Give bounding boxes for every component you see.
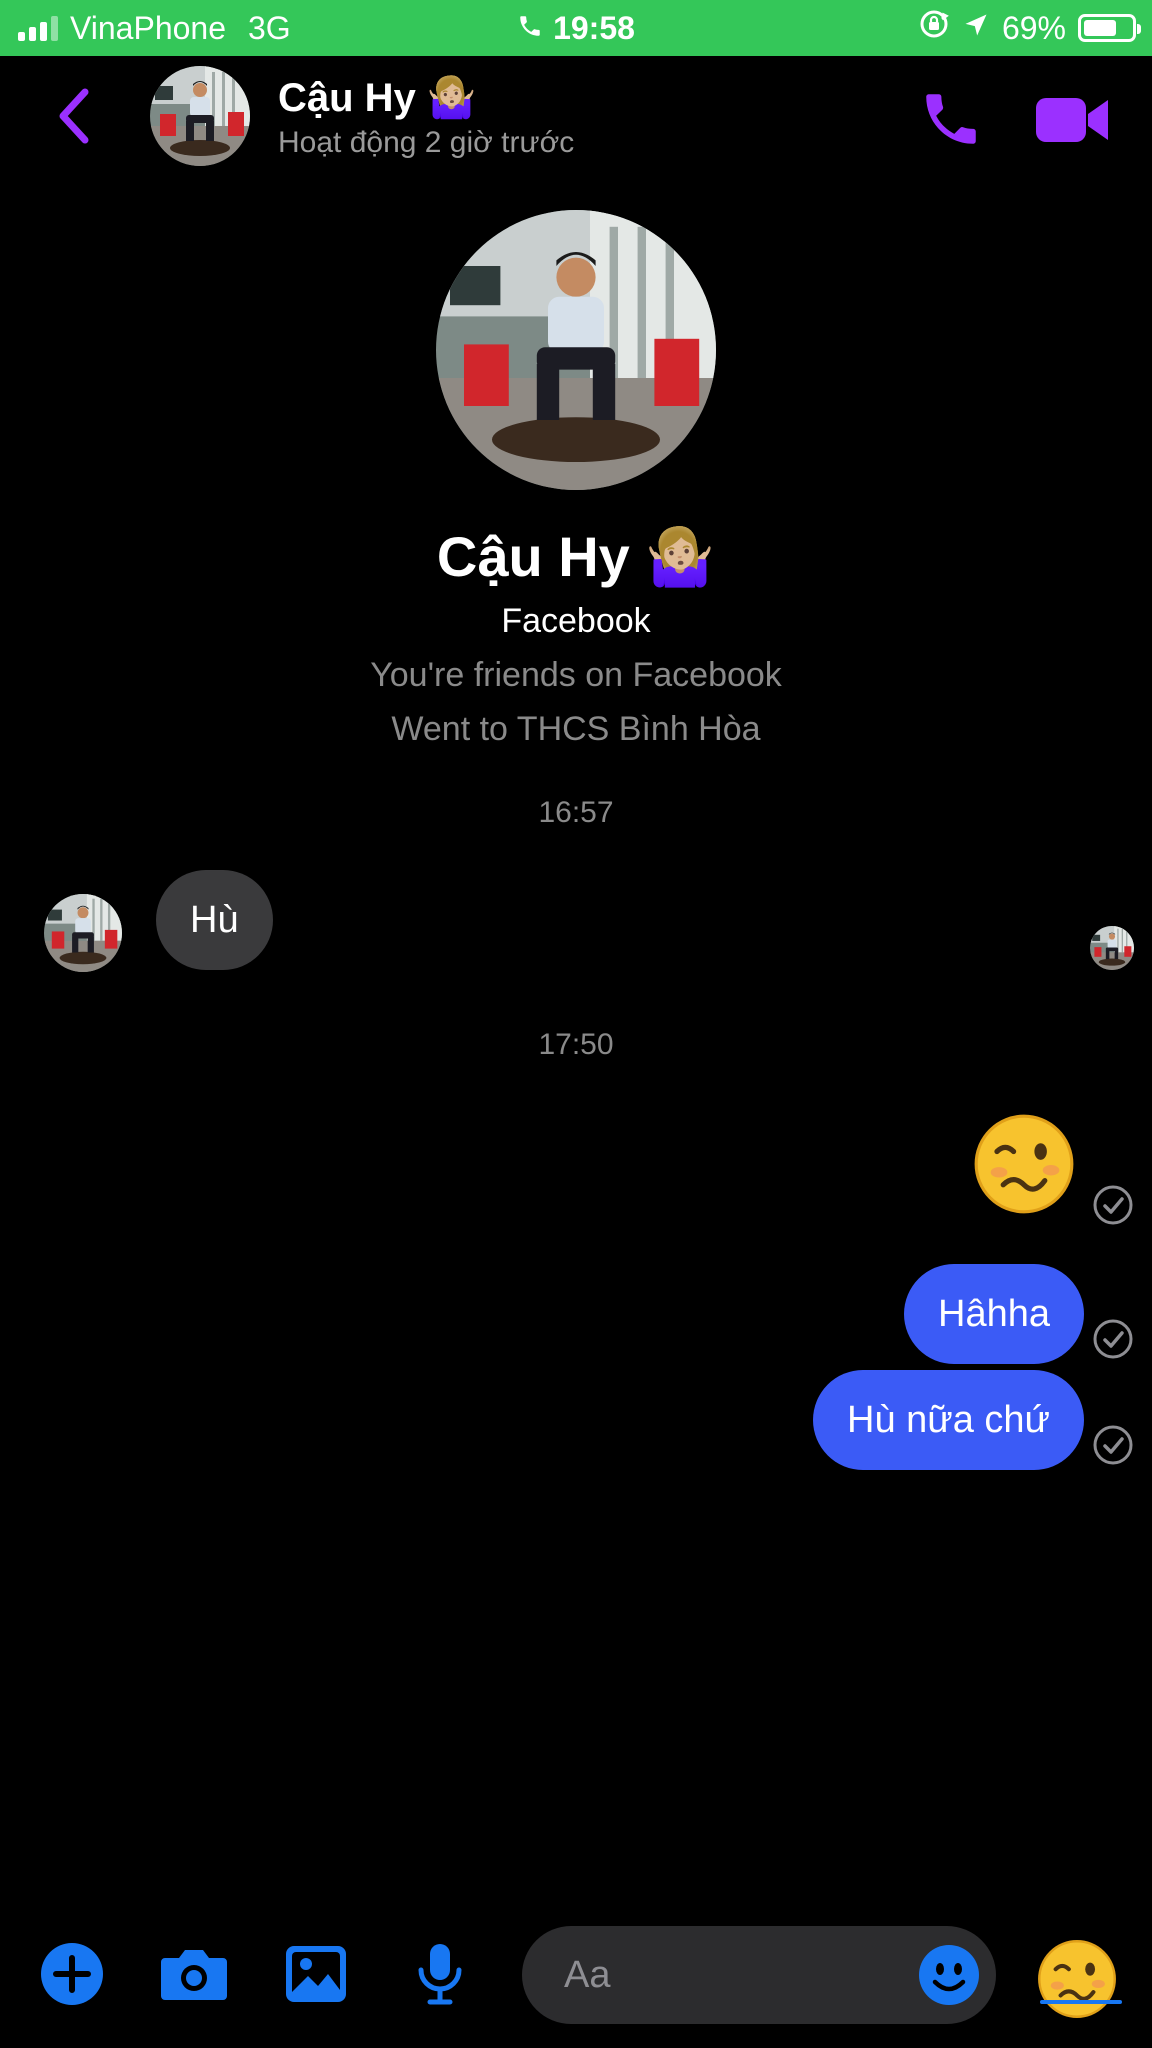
outgoing-emoji-message[interactable] <box>972 1112 1076 1216</box>
phone-call-icon <box>517 10 543 47</box>
phone-icon <box>926 94 976 144</box>
contact-active-status: Hoạt động 2 giờ trước <box>278 126 575 159</box>
video-call-button[interactable] <box>1034 90 1110 150</box>
location-arrow-icon <box>962 10 990 47</box>
avatar-image <box>150 66 250 166</box>
sent-check-icon <box>1092 1184 1134 1226</box>
status-bar: VinaPhone 3G 19:58 69% <box>0 0 1152 56</box>
read-receipt-avatar <box>1090 926 1134 970</box>
profile-info-friends: You're friends on Facebook <box>370 656 782 694</box>
voice-call-button[interactable] <box>918 86 984 152</box>
profile-info-school: Went to THCS Bình Hòa <box>391 710 761 748</box>
message-composer <box>0 1916 1152 2036</box>
image-icon <box>286 1946 346 2002</box>
read-receipt-image <box>1090 926 1134 970</box>
status-right: 69% <box>918 0 1141 56</box>
woozy-face-icon <box>1036 1938 1118 2020</box>
outgoing-message[interactable]: Hâhha <box>904 1264 1084 1364</box>
battery-percent: 69% <box>1001 9 1066 46</box>
smiley-icon <box>919 1945 979 2005</box>
camera-icon <box>161 1950 227 2000</box>
timestamp: 16:57 <box>538 796 614 829</box>
emoji-picker-button[interactable] <box>918 1944 980 2006</box>
quick-reaction-indicator <box>1040 2000 1122 2004</box>
contact-name[interactable]: Cậu Hy 🤷🏼‍♀️ <box>278 74 477 121</box>
header-avatar[interactable] <box>150 66 250 166</box>
message-input-container <box>522 1926 996 2024</box>
outgoing-message[interactable]: Hù nữa chứ <box>813 1370 1084 1470</box>
clock: 19:58 <box>553 9 635 46</box>
back-icon <box>59 88 89 144</box>
battery-icon <box>1078 14 1141 42</box>
chat-header: Cậu Hy 🤷🏼‍♀️ Hoạt động 2 giờ trước <box>0 56 1152 178</box>
rotation-lock-icon <box>918 8 950 48</box>
timestamp: 17:50 <box>538 1028 614 1061</box>
sent-check-icon <box>1092 1318 1134 1360</box>
gallery-button[interactable] <box>280 1938 352 2010</box>
message-input[interactable] <box>564 1926 894 2024</box>
profile-name: Cậu Hy 🤷🏼‍♀️ <box>436 525 716 588</box>
back-button[interactable] <box>48 84 98 148</box>
sender-avatar[interactable] <box>44 894 122 972</box>
profile-avatar[interactable] <box>436 210 716 490</box>
incoming-message[interactable]: Hù <box>156 870 273 970</box>
profile-avatar-image <box>436 210 716 490</box>
video-icon <box>1036 98 1108 142</box>
sender-avatar-image <box>44 894 122 972</box>
camera-button[interactable] <box>158 1938 230 2010</box>
profile-subtitle: Facebook <box>501 602 651 640</box>
voice-message-button[interactable] <box>404 1938 476 2010</box>
battery-level-fill <box>1084 20 1116 36</box>
microphone-icon <box>418 1944 462 2005</box>
sent-check-icon <box>1092 1424 1134 1466</box>
plus-icon <box>41 1943 103 2005</box>
more-actions-button[interactable] <box>36 1938 108 2010</box>
quick-reaction-button[interactable] <box>1036 1938 1118 2020</box>
woozy-face-icon <box>972 1112 1076 1216</box>
